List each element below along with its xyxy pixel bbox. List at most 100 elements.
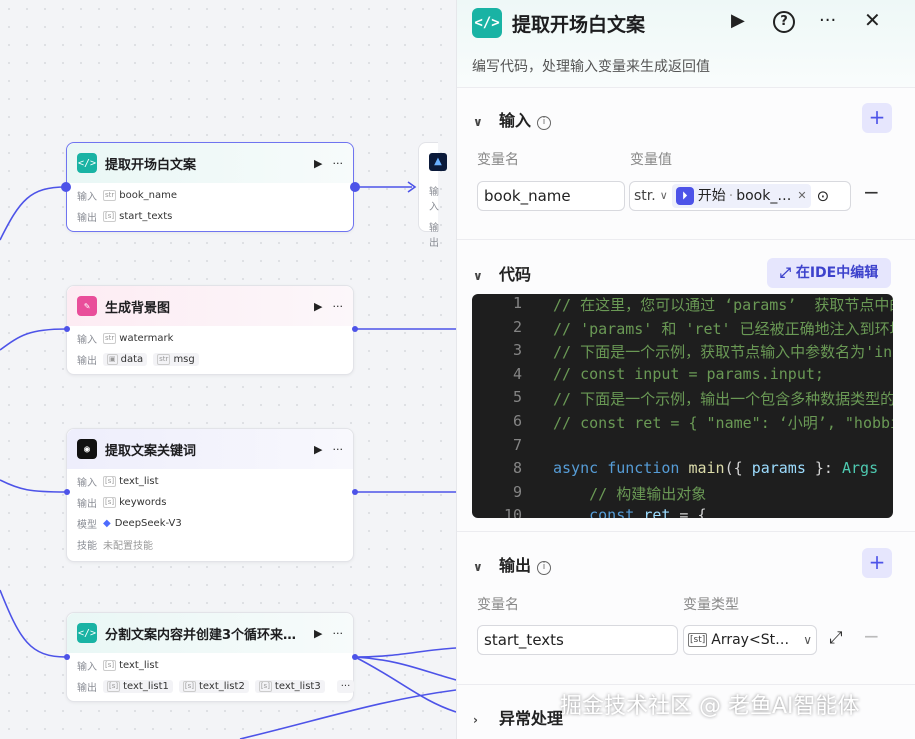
section-title: 代码 bbox=[499, 265, 532, 284]
chevron-down-icon[interactable]: ∨ bbox=[473, 115, 487, 129]
chevron-down-icon[interactable]: ∨ bbox=[473, 560, 487, 574]
row-label: 输出 bbox=[77, 213, 97, 224]
line-content: // const ret = { "name": ‘小明’, "hobbies" bbox=[553, 412, 893, 436]
row-label: 输入 bbox=[77, 335, 97, 346]
code-line[interactable]: 6 // const ret = { "name": ‘小明’, "hobbies… bbox=[472, 412, 893, 436]
var-tag: msg bbox=[173, 354, 195, 365]
line-number: 6 bbox=[512, 411, 522, 430]
output-port[interactable] bbox=[352, 489, 358, 495]
node-extract-opening-text[interactable]: </> 提取开场白文案 ▶ ··· 输入 str book_name 输出 [s] st… bbox=[66, 142, 354, 232]
input-port[interactable] bbox=[61, 182, 71, 192]
code-token: const bbox=[553, 506, 635, 518]
column-header-type: 变量类型 bbox=[683, 597, 739, 613]
run-icon[interactable]: ▶ bbox=[314, 443, 322, 456]
code-line[interactable]: 9 // 构建输出对象 bbox=[472, 483, 893, 507]
more-icon[interactable]: ··· bbox=[819, 10, 836, 31]
line-content: // const input = params.input; bbox=[553, 365, 824, 389]
row-label: 模型 bbox=[77, 520, 97, 531]
var-tag: text_list bbox=[119, 476, 159, 487]
type-select[interactable]: str. bbox=[630, 182, 660, 210]
input-port[interactable] bbox=[64, 326, 70, 332]
code-token: // 构建输出对象 bbox=[553, 484, 707, 503]
line-number: 4 bbox=[512, 364, 522, 383]
code-token: // 在这里，您可以通过 ‘params’ 获取节点中的输入变量 bbox=[553, 296, 893, 314]
more-vars-button[interactable]: ··· bbox=[336, 680, 355, 693]
code-line[interactable]: 2 // 'params' 和 'ret' 已经被正确地注入到环境中 bbox=[472, 318, 893, 342]
edit-in-ide-button[interactable]: ⤢ 在IDE中编辑 bbox=[767, 258, 891, 288]
add-output-button[interactable]: + bbox=[862, 548, 892, 578]
array-type-icon: [s] bbox=[103, 211, 117, 222]
code-editor[interactable]: 1 // 在这里，您可以通过 ‘params’ 获取节点中的输入变量 2 // 'pa… bbox=[472, 294, 893, 518]
code-line[interactable]: 3 // 下面是一个示例，获取节点输入中参数名为'input'的值 bbox=[472, 341, 893, 365]
section-title[interactable]: 异常处理 bbox=[499, 709, 563, 728]
code-line[interactable]: 10 const ret = { bbox=[472, 506, 893, 518]
line-number: 5 bbox=[512, 388, 522, 407]
remove-input-button[interactable]: − bbox=[863, 180, 880, 204]
skills-empty: 未配置技能 bbox=[103, 541, 153, 552]
line-content: const ret = { bbox=[553, 506, 706, 518]
run-icon[interactable]: ▶ bbox=[314, 300, 322, 313]
line-number: 10 bbox=[503, 506, 522, 518]
array-type-icon: [st] bbox=[688, 633, 708, 647]
code-token: ret bbox=[643, 506, 671, 518]
next-node-partial[interactable]: ▲ 输入 输出 bbox=[418, 142, 447, 249]
llm-icon: ◉ bbox=[77, 439, 97, 459]
run-icon[interactable]: ▶ bbox=[314, 627, 322, 640]
run-icon[interactable]: ▶ bbox=[314, 157, 322, 170]
code-line[interactable]: 8 async function main({ params }: Args bbox=[472, 459, 893, 483]
node-extract-keywords[interactable]: ◉ 提取文案关键词 ▶ ··· 输入 [s] text_list 输出 [s] keyw… bbox=[66, 428, 354, 562]
node-title: 提取开场白文案 bbox=[105, 157, 197, 173]
info-icon[interactable]: i bbox=[537, 116, 552, 130]
output-port[interactable] bbox=[350, 182, 360, 192]
add-input-button[interactable]: + bbox=[862, 103, 892, 133]
more-icon[interactable]: ··· bbox=[333, 300, 344, 313]
variable-picker-icon[interactable]: ⊙ bbox=[817, 182, 830, 210]
help-icon[interactable]: ? bbox=[773, 11, 795, 33]
code-line[interactable]: 1 // 在这里，您可以通过 ‘params’ 获取节点中的输入变量 bbox=[472, 294, 893, 318]
output-type-select[interactable]: [st] Array<St… ∨ bbox=[683, 625, 817, 655]
code-line[interactable]: 5 // 下面是一个示例，输出一个包含多种数据类型的 'ret' 对象 bbox=[472, 388, 893, 412]
input-port[interactable] bbox=[64, 654, 70, 660]
wire-out-4b bbox=[354, 656, 456, 681]
code-line[interactable]: 7 bbox=[472, 436, 893, 460]
node-split-text-loops[interactable]: </> 分割文案内容并创建3个循环来… ▶ ··· 输入 [s] text_list… bbox=[66, 612, 355, 702]
start-node-icon: ⏵ bbox=[675, 187, 694, 205]
output-port[interactable] bbox=[352, 326, 358, 332]
var-tag: text_list1 bbox=[123, 681, 169, 692]
expand-icon[interactable]: ⤢ bbox=[829, 628, 843, 648]
more-icon[interactable]: ··· bbox=[333, 627, 344, 640]
expand-icon: ⤢ bbox=[779, 265, 796, 281]
code-icon: </> bbox=[77, 153, 97, 173]
variable-reference-chip[interactable]: ⏵ 开始 · book_… ✕ bbox=[671, 182, 811, 210]
output-var-name-field[interactable]: start_texts bbox=[477, 625, 678, 655]
node-generate-background[interactable]: ✎ 生成背景图 ▶ ··· 输入 str watermark 输出 ▣ data str m… bbox=[66, 285, 354, 375]
image-model-icon: ▲ bbox=[429, 153, 447, 171]
input-var-name-field[interactable]: book_name bbox=[477, 181, 625, 211]
row-label: 技能 bbox=[77, 541, 97, 552]
line-number: 9 bbox=[512, 482, 522, 501]
input-value-field[interactable]: str. ∨ ⏵ 开始 · book_… ✕ ⊙ bbox=[629, 181, 851, 211]
remove-output-button[interactable]: − bbox=[863, 624, 880, 648]
close-icon[interactable]: ✕ bbox=[864, 8, 881, 32]
string-type-icon: str bbox=[157, 354, 171, 365]
array-type-icon: [s] bbox=[103, 497, 117, 508]
clear-icon[interactable]: ✕ bbox=[797, 182, 806, 210]
more-icon[interactable]: ··· bbox=[333, 443, 344, 456]
string-type-icon: str bbox=[103, 333, 117, 344]
more-icon[interactable]: ··· bbox=[333, 157, 344, 170]
chevron-right-icon[interactable]: › bbox=[473, 713, 487, 727]
column-header-name: 变量名 bbox=[477, 597, 519, 613]
row-label: 输出 bbox=[429, 223, 439, 249]
code-line[interactable]: 4 // const input = params.input; bbox=[472, 365, 893, 389]
var-tag: start_texts bbox=[119, 211, 173, 222]
input-port[interactable] bbox=[64, 489, 70, 495]
line-content: // 在这里，您可以通过 ‘params’ 获取节点中的输入变量 bbox=[553, 294, 893, 318]
panel-title[interactable]: 提取开场白文案 bbox=[512, 10, 645, 37]
output-port[interactable] bbox=[352, 654, 358, 660]
panel-description[interactable]: 编写代码，处理输入变量来生成返回值 bbox=[472, 56, 710, 76]
ide-button-label: 在IDE中编辑 bbox=[795, 265, 879, 281]
info-icon[interactable]: i bbox=[537, 561, 552, 575]
run-icon[interactable]: ▶ bbox=[731, 10, 745, 31]
chevron-down-icon[interactable]: ∨ bbox=[473, 269, 487, 283]
